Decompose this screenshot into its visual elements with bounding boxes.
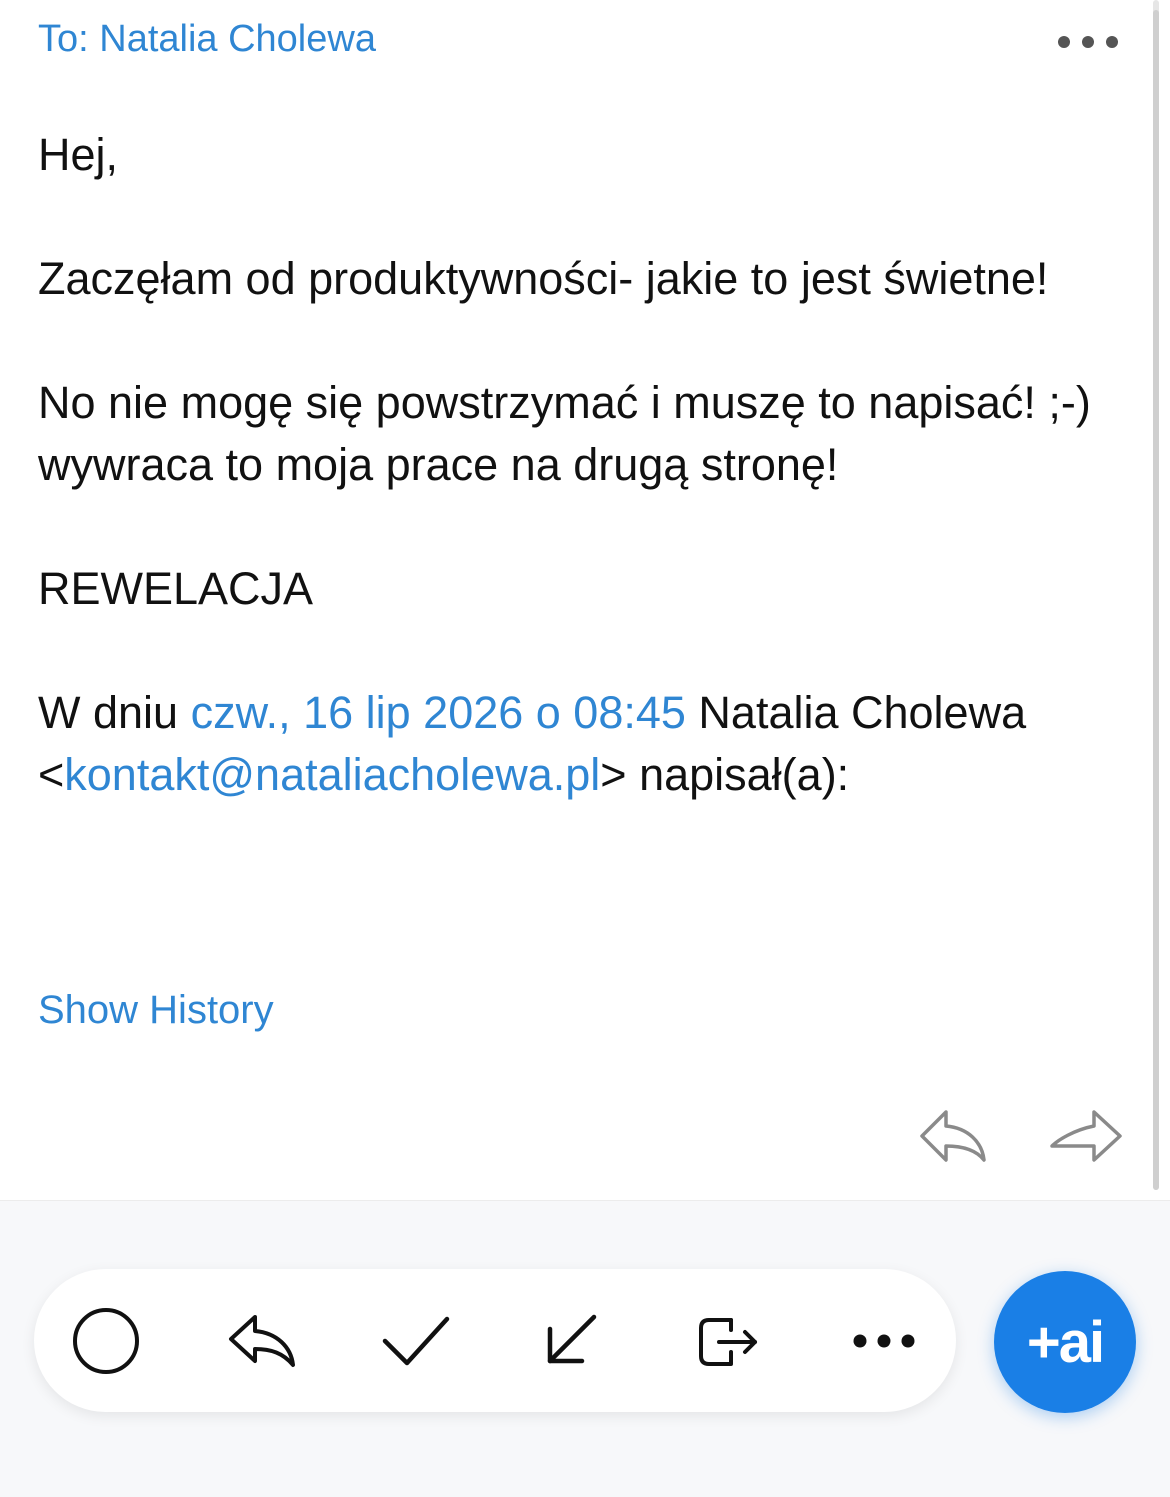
bottom-area: +ai <box>0 1200 1170 1497</box>
done-button[interactable] <box>378 1305 454 1377</box>
quote-header: W dniu czw., 16 lip 2026 o 08:45 Natalia… <box>38 682 1128 806</box>
quote-prefix: W dniu <box>38 687 191 738</box>
more-horizontal-icon <box>853 1334 915 1348</box>
forward-icon <box>1050 1110 1122 1162</box>
scrollbar-thumb[interactable] <box>1153 10 1159 1190</box>
inline-reply-button[interactable] <box>916 1106 988 1168</box>
paragraph-2: No nie mogę się powstrzymać i muszę to n… <box>38 377 1091 490</box>
message-body: Hej, Zaczęłam od produktywności- jakie t… <box>38 124 1128 806</box>
move-down-button[interactable] <box>532 1305 608 1377</box>
inline-forward-button[interactable] <box>1046 1106 1124 1168</box>
recipient-line[interactable]: To: Natalia Cholewa <box>38 18 376 61</box>
message-header: To: Natalia Cholewa <box>38 18 1138 66</box>
ai-assistant-button[interactable]: +ai <box>994 1271 1136 1413</box>
move-out-icon <box>699 1318 757 1366</box>
header-more-button[interactable] <box>1052 18 1124 66</box>
more-horizontal-icon <box>1058 36 1118 48</box>
quote-email-link[interactable]: kontakt@nataliacholewa.pl <box>64 749 600 800</box>
quote-date-link[interactable]: czw., 16 lip 2026 o 08:45 <box>191 687 686 738</box>
show-history-link[interactable]: Show History <box>38 988 274 1033</box>
quote-suffix: > napisał(a): <box>600 749 850 800</box>
greeting: Hej, <box>38 129 119 180</box>
reply-button[interactable] <box>224 1305 300 1377</box>
reply-icon <box>229 1315 295 1367</box>
paragraph-1: Zaczęłam od produktywności- jakie to jes… <box>38 253 1049 304</box>
scrollbar[interactable] <box>1153 0 1159 1190</box>
reply-icon <box>920 1110 986 1162</box>
move-to-button[interactable] <box>690 1305 766 1377</box>
mark-unread-button[interactable] <box>68 1305 144 1377</box>
action-toolbar <box>34 1269 956 1412</box>
circle-icon <box>73 1308 139 1374</box>
checkmark-icon <box>382 1316 450 1366</box>
arrow-down-left-icon <box>547 1314 597 1364</box>
paragraph-3: REWELACJA <box>38 563 314 614</box>
more-button[interactable] <box>846 1305 922 1377</box>
